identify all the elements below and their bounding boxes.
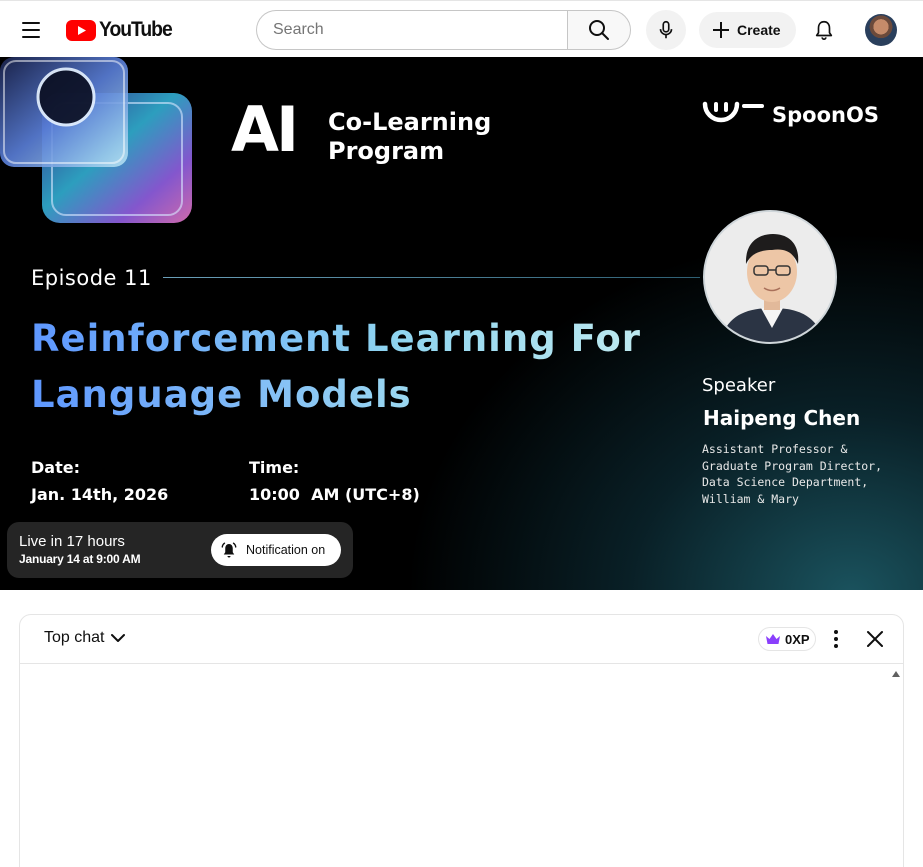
- program-name: Co-Learning Program: [328, 108, 491, 166]
- glass-cubes-graphic: [0, 57, 192, 223]
- live-start-time: January 14 at 9:00 AM: [19, 552, 141, 566]
- spoonos-mark-icon: [702, 101, 764, 123]
- speaker-title-line: William & Mary: [702, 491, 799, 506]
- youtube-logo[interactable]: YouTube: [66, 18, 178, 42]
- xp-chip[interactable]: 0XP: [758, 627, 816, 651]
- xp-value: 0XP: [785, 631, 810, 647]
- mic-icon: [659, 20, 673, 39]
- voice-search-button[interactable]: [646, 10, 686, 50]
- speaker-title: Assistant Professor & Graduate Program D…: [702, 441, 882, 507]
- create-button[interactable]: Create: [699, 12, 796, 48]
- close-icon: [867, 631, 883, 647]
- program-line-2: Program: [328, 137, 445, 165]
- account-avatar[interactable]: [865, 14, 897, 46]
- live-countdown: Live in 17 hours: [19, 533, 125, 550]
- speaker-title-line: Assistant Professor &: [702, 442, 848, 456]
- bell-icon: [815, 20, 833, 40]
- menu-icon-bar: [22, 22, 40, 24]
- masthead: YouTube Create: [0, 0, 923, 57]
- chat-close-button[interactable]: [863, 627, 887, 651]
- chat-mode-dropdown[interactable]: Top chat: [44, 629, 126, 647]
- program-line-1: Co-Learning: [328, 108, 492, 136]
- speaker-photo: [705, 212, 835, 342]
- chat-messages-area: [20, 665, 903, 867]
- search-input[interactable]: [273, 21, 552, 39]
- crown-icon: [766, 634, 780, 644]
- spoonos-logo: SpoonOS: [702, 97, 879, 133]
- speaker-portrait: [703, 210, 837, 344]
- episode-label: Episode 11: [31, 266, 152, 290]
- time-value: 10:00 AM (UTC+8): [249, 485, 420, 504]
- search-button[interactable]: [567, 10, 631, 50]
- speaker-title-line: Data Science Department,: [702, 475, 869, 489]
- search-icon: [589, 20, 609, 40]
- create-label: Create: [737, 22, 781, 38]
- notification-button[interactable]: Notification on: [211, 534, 341, 566]
- chevron-down-icon: [111, 634, 126, 642]
- menu-button[interactable]: [13, 12, 49, 48]
- chat-mode-label: Top chat: [44, 629, 105, 646]
- menu-icon-bar: [22, 29, 40, 31]
- program-ai-text: AI: [231, 93, 299, 166]
- menu-icon-bar: [22, 36, 40, 38]
- bell-ringing-icon: [221, 542, 237, 558]
- episode-title: Reinforcement Learning For Language Mode…: [31, 311, 641, 423]
- date-value: Jan. 14th, 2026: [31, 485, 169, 504]
- time-label: Time:: [249, 458, 300, 477]
- chat-header: Top chat 0XP: [20, 615, 903, 664]
- chat-more-button[interactable]: [824, 627, 848, 651]
- live-countdown-card: Live in 17 hours January 14 at 9:00 AM N…: [7, 522, 353, 578]
- plus-icon: [713, 22, 729, 38]
- spoonos-text: SpoonOS: [772, 103, 879, 127]
- speaker-title-line: Graduate Program Director,: [702, 458, 883, 473]
- more-vert-icon: [834, 630, 838, 648]
- date-label: Date:: [31, 458, 80, 477]
- search-field[interactable]: [256, 10, 568, 50]
- live-chat-panel: Top chat 0XP: [19, 614, 904, 867]
- notifications-button[interactable]: [804, 10, 844, 50]
- youtube-play-icon: [66, 19, 96, 41]
- episode-divider: [163, 277, 700, 278]
- speaker-label: Speaker: [702, 375, 776, 396]
- episode-title-line-2: Language Models: [31, 367, 412, 423]
- episode-title-line-1: Reinforcement Learning For: [31, 311, 641, 367]
- notification-label: Notification on: [246, 543, 326, 557]
- speaker-name: Haipeng Chen: [703, 406, 861, 430]
- video-player[interactable]: AI Co-Learning Program SpoonOS Episode 1…: [0, 57, 923, 590]
- youtube-logo-text: YouTube: [99, 18, 173, 41]
